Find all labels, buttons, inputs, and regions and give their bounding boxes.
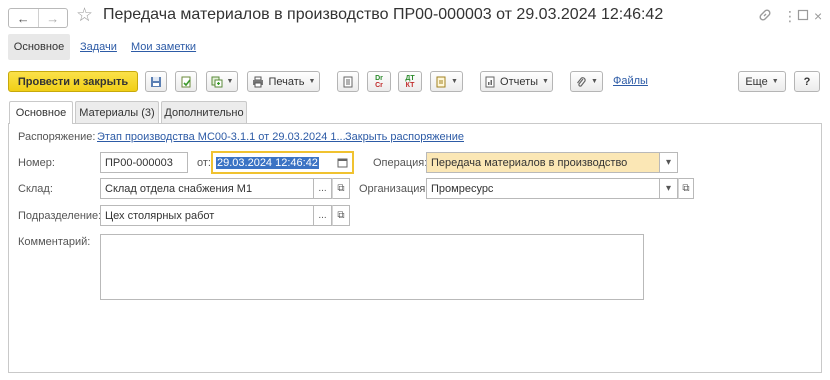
files-link[interactable]: Файлы xyxy=(613,75,648,87)
tab-tasks[interactable]: Задачи xyxy=(80,41,117,53)
organization-dropdown-button[interactable]: ▾ xyxy=(660,178,678,199)
chevron-down-icon: ▼ xyxy=(591,78,598,85)
tab-main-top[interactable]: Основное xyxy=(8,34,70,60)
link-icon[interactable] xyxy=(758,8,772,25)
maximize-icon[interactable] xyxy=(797,8,809,24)
order-link[interactable]: Этап производства МС00-3.1.1 от 29.03.20… xyxy=(97,131,346,143)
number-label: Номер: xyxy=(18,157,55,169)
star-icon[interactable]: ☆ xyxy=(76,6,93,26)
chevron-down-icon: ▾ xyxy=(665,183,672,194)
organization-label: Организация: xyxy=(359,183,429,195)
department-open-button[interactable]: ⧉ xyxy=(332,205,350,226)
arrow-left-icon: ← xyxy=(16,10,30,26)
number-field[interactable]: ПР00-000003 xyxy=(100,152,188,173)
operation-dropdown-button[interactable]: ▾ xyxy=(660,152,678,173)
operation-label: Операция: xyxy=(373,157,428,169)
tab-main[interactable]: Основное xyxy=(9,101,73,124)
warehouse-select-button[interactable]: ... xyxy=(314,178,332,199)
open-icon: ⧉ xyxy=(337,210,345,221)
post-and-close-button[interactable]: Провести и закрыть xyxy=(8,71,138,92)
warehouse-field[interactable]: Склад отдела снабжения М1 xyxy=(100,178,314,199)
calendar-icon[interactable] xyxy=(337,157,348,171)
chevron-down-icon: ▼ xyxy=(451,78,458,85)
reports-label: Отчеты xyxy=(500,75,539,88)
attach-document-button[interactable]: ▼ xyxy=(430,71,463,92)
attachments-button[interactable]: ▼ xyxy=(570,71,603,92)
warehouse-open-button[interactable]: ⧉ xyxy=(332,178,350,199)
dt-kt-icon: ДТ КТ xyxy=(405,75,414,89)
kt-label: КТ xyxy=(405,81,415,89)
paperclip-icon xyxy=(577,76,586,87)
arrow-right-icon: → xyxy=(46,10,60,26)
organization-open-button[interactable]: ⧉ xyxy=(678,178,694,199)
save-button[interactable] xyxy=(145,71,167,92)
dr-cr-icon: Dr Cr xyxy=(375,75,383,89)
date-value: 29.03.2024 12:46:42 xyxy=(216,156,319,169)
post-document-icon xyxy=(181,76,191,87)
more-button[interactable]: Еще ▼ xyxy=(738,71,786,92)
forward-button[interactable]: → xyxy=(37,9,68,27)
department-label: Подразделение: xyxy=(18,210,102,222)
organization-field[interactable]: Промресурс xyxy=(426,178,660,199)
document-list-icon xyxy=(343,76,353,87)
reports-icon xyxy=(485,76,495,87)
help-button[interactable]: ? xyxy=(794,71,820,92)
open-icon: ⧉ xyxy=(337,183,345,194)
navigation-buttons: ← → xyxy=(8,8,68,28)
comment-textarea[interactable] xyxy=(100,234,644,300)
tab-additional[interactable]: Дополнительно xyxy=(161,101,247,123)
comment-label: Комментарий: xyxy=(18,236,91,248)
save-icon xyxy=(151,76,161,87)
print-button[interactable]: Печать ▼ xyxy=(247,71,320,92)
dt-kt-button[interactable]: ДТ КТ xyxy=(398,71,422,92)
department-select-button[interactable]: ... xyxy=(314,205,332,226)
more-label: Еще xyxy=(745,75,768,88)
ellipsis-icon: ... xyxy=(318,210,327,221)
order-label: Распоряжение: xyxy=(18,131,96,143)
close-icon[interactable]: × xyxy=(814,8,822,24)
chevron-down-icon: ▼ xyxy=(542,78,549,85)
cr-label: Cr xyxy=(375,81,383,89)
dr-label: Dr xyxy=(375,74,383,82)
create-based-on-button[interactable]: ▼ xyxy=(206,71,238,92)
department-field[interactable]: Цех столярных работ xyxy=(100,205,314,226)
structure-button[interactable] xyxy=(337,71,359,92)
ellipsis-icon: ... xyxy=(318,183,327,194)
printer-icon xyxy=(252,76,263,87)
chevron-down-icon: ▾ xyxy=(665,157,672,168)
close-order-link[interactable]: Закрыть распоряжение xyxy=(345,131,464,143)
dr-cr-button[interactable]: Dr Cr xyxy=(367,71,391,92)
chevron-down-icon: ▼ xyxy=(771,78,779,85)
document-attach-icon xyxy=(436,76,446,87)
chevron-down-icon: ▼ xyxy=(308,78,316,85)
print-label: Печать xyxy=(268,75,305,88)
tab-materials[interactable]: Материалы (3) xyxy=(75,101,159,123)
back-button[interactable]: ← xyxy=(9,9,38,27)
dt-label: ДТ xyxy=(405,74,415,82)
window-title: Передача материалов в производство ПР00-… xyxy=(103,6,664,23)
reports-button[interactable]: Отчеты ▼ xyxy=(480,71,553,92)
date-field[interactable]: 29.03.2024 12:46:42 xyxy=(211,151,354,174)
open-icon: ⧉ xyxy=(682,183,690,194)
post-button[interactable] xyxy=(175,71,197,92)
more-vertical-icon[interactable]: ⋮ xyxy=(783,8,797,24)
from-label: от: xyxy=(197,157,211,169)
operation-field[interactable]: Передача материалов в производство xyxy=(426,152,660,173)
chevron-down-icon: ▼ xyxy=(226,78,234,85)
warehouse-label: Склад: xyxy=(18,183,53,195)
tab-my-notes[interactable]: Мои заметки xyxy=(131,41,196,53)
create-based-on-icon xyxy=(211,76,223,87)
